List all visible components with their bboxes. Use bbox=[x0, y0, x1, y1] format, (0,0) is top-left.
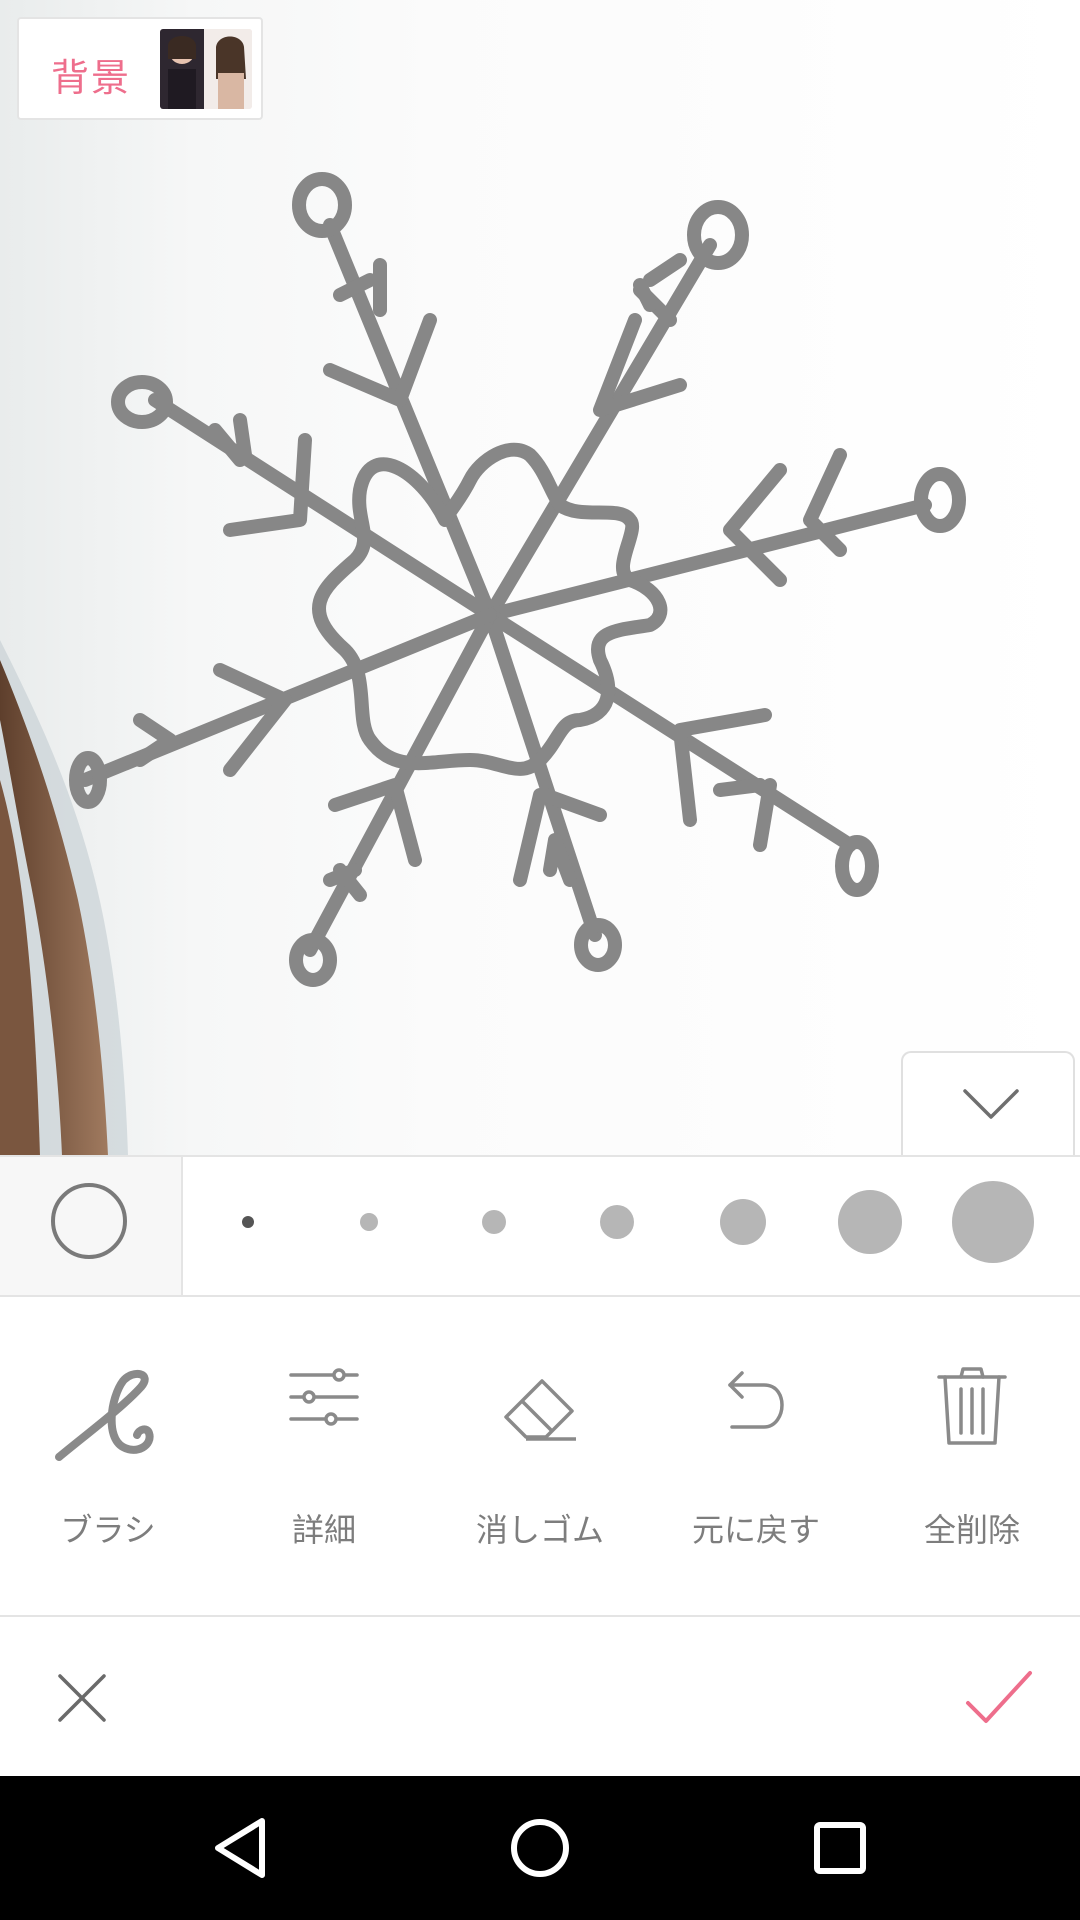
close-icon[interactable] bbox=[54, 1670, 110, 1726]
nav-recents-button[interactable] bbox=[780, 1776, 900, 1920]
recents-square-icon bbox=[814, 1822, 866, 1874]
brush-icon bbox=[55, 1369, 154, 1461]
collapse-panel-button[interactable] bbox=[901, 1051, 1075, 1156]
brush-size-xxxl[interactable] bbox=[952, 1181, 1034, 1263]
brush-size-xl[interactable] bbox=[720, 1199, 766, 1245]
tool-bar: ブラシ 詳細 消しゴム 元に戻す 全削除 bbox=[0, 1297, 1080, 1617]
tool-undo[interactable]: 元に戻す bbox=[648, 1297, 864, 1615]
brush-size-bar bbox=[0, 1155, 1080, 1297]
sliders-icon bbox=[289, 1368, 359, 1426]
brush-size-m[interactable] bbox=[482, 1210, 506, 1234]
back-triangle-icon bbox=[215, 1818, 265, 1878]
tool-brush[interactable]: ブラシ bbox=[0, 1297, 216, 1615]
undo-icon bbox=[728, 1371, 784, 1429]
trash-icon bbox=[937, 1367, 1007, 1445]
snowflake-drawing bbox=[69, 172, 966, 987]
chevron-down-icon bbox=[963, 1089, 1019, 1119]
eraser-icon bbox=[504, 1379, 576, 1441]
system-navigation-bar bbox=[0, 1776, 1080, 1920]
nav-back-button[interactable] bbox=[180, 1776, 300, 1920]
color-ring-icon bbox=[51, 1183, 127, 1259]
brush-size-xs[interactable] bbox=[242, 1216, 254, 1228]
tool-detail[interactable]: 詳細 bbox=[216, 1297, 432, 1615]
brush-size-xxl[interactable] bbox=[838, 1190, 902, 1254]
drawing-canvas[interactable]: 背景 bbox=[0, 0, 1080, 1156]
tool-eraser[interactable]: 消しゴム bbox=[432, 1297, 648, 1615]
brush-size-l[interactable] bbox=[600, 1205, 634, 1239]
nav-home-button[interactable] bbox=[480, 1776, 600, 1920]
background-label: 背景 bbox=[51, 56, 132, 100]
check-icon[interactable] bbox=[964, 1667, 1034, 1727]
photo-thumbnail-icon bbox=[160, 29, 252, 109]
tool-clear-all[interactable]: 全削除 bbox=[864, 1297, 1080, 1615]
background-button[interactable]: 背景 bbox=[17, 17, 263, 120]
action-bar bbox=[0, 1617, 1080, 1776]
home-circle-icon bbox=[511, 1819, 569, 1877]
tool-detail-label: 詳細 bbox=[291, 1511, 356, 1549]
tool-clear-all-label: 全削除 bbox=[923, 1511, 1020, 1549]
tool-eraser-label: 消しゴム bbox=[475, 1511, 604, 1549]
brush-color-swatch[interactable] bbox=[0, 1157, 183, 1295]
tool-brush-label: ブラシ bbox=[60, 1511, 156, 1549]
tool-undo-label: 元に戻す bbox=[691, 1511, 820, 1549]
brush-size-s[interactable] bbox=[360, 1213, 378, 1231]
